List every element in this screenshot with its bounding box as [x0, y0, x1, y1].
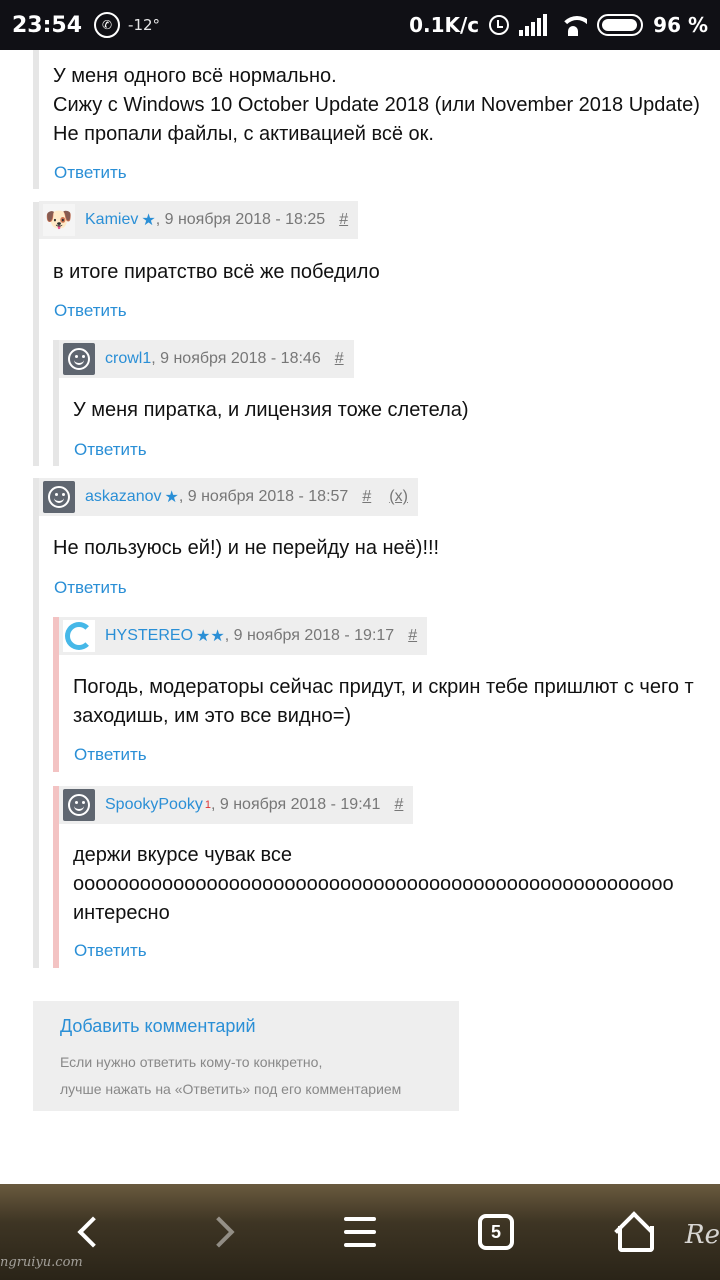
add-comment-box: Добавить комментарий Если нужно ответить…	[33, 1001, 459, 1111]
tabs-button[interactable]: 5	[466, 1202, 526, 1262]
reply-link[interactable]: Ответить	[74, 941, 147, 961]
comment-line: оооооооооооооооооооооооооооооооооооооооо…	[73, 873, 674, 895]
forward-button[interactable]	[194, 1202, 254, 1262]
comment-line: держи вкурсе чувак все	[73, 844, 292, 866]
comment-text: Не пользуюсь ей!) и не перейду на неё)!!…	[53, 537, 440, 559]
add-comment-hint: Если нужно ответить кому-то конкретно,	[60, 1054, 323, 1070]
network-speed: 0.1K/c	[409, 13, 480, 37]
back-button[interactable]	[58, 1202, 118, 1262]
username-link[interactable]: Kamiev	[85, 211, 138, 229]
comment-meta: askazanov ★ , 9 ноября 2018 - 18:57 # (x…	[39, 478, 418, 516]
comment-text: У меня одного всё нормально. Сижу с Wind…	[53, 62, 700, 149]
comment-text: Погодь, модераторы сейчас придут, и скри…	[73, 673, 694, 731]
username-link[interactable]: HYSTEREO	[105, 627, 193, 645]
avatar[interactable]: 🐶	[43, 204, 75, 236]
username-link[interactable]: SpookyPooky	[105, 796, 203, 814]
signal-icon	[519, 14, 549, 36]
comment-line: интересно	[73, 902, 170, 924]
chevron-right-icon	[203, 1216, 235, 1248]
comment-text: У меня пиратка, и лицензия тоже слетела)	[73, 399, 469, 421]
comment-line: Не пропали файлы, с активацией всё ок.	[53, 123, 434, 145]
add-comment-link[interactable]: Добавить комментарий	[60, 1016, 459, 1037]
battery-fill	[602, 19, 637, 31]
wifi-icon	[559, 14, 588, 36]
menu-button[interactable]	[330, 1202, 390, 1262]
browser-bottom-bar: 5 Re ngruiyu.com	[0, 1184, 720, 1280]
rating-stars: ★★	[196, 628, 225, 645]
thread-rail	[33, 478, 39, 968]
thread-rail	[33, 50, 39, 189]
comment-meta: 🐶 Kamiev ★ , 9 ноября 2018 - 18:25 #	[39, 201, 359, 239]
comment-line: Сижу с Windows 10 October Update 2018 (и…	[53, 94, 700, 116]
menu-icon	[344, 1217, 376, 1247]
comment-date: , 9 ноября 2018 - 19:17	[224, 627, 395, 644]
comments-page[interactable]: У меня одного всё нормально. Сижу с Wind…	[0, 50, 720, 1184]
comment-text: в итоге пиратство всё же победило	[53, 261, 380, 283]
permalink[interactable]: #	[394, 796, 403, 814]
brand-text: Re	[685, 1220, 720, 1250]
add-comment-hint: лучше нажать на «Ответить» под его комме…	[60, 1081, 402, 1097]
tabs-count-icon: 5	[478, 1214, 514, 1250]
thread-rail	[33, 202, 39, 466]
permalink[interactable]: #	[362, 488, 371, 506]
comment-meta: HYSTEREO ★★ , 9 ноября 2018 - 19:17 #	[59, 617, 428, 655]
rating-stars: ★	[141, 212, 156, 229]
comment-meta: SpookyPooky 1 , 9 ноября 2018 - 19:41 #	[59, 786, 414, 824]
reply-link[interactable]: Ответить	[54, 163, 127, 183]
temperature: -12°	[128, 16, 161, 34]
avatar[interactable]	[43, 481, 75, 513]
comment-text: держи вкурсе чувак все ооооооооооооооооо…	[73, 841, 674, 928]
comment-date: , 9 ноября 2018 - 18:57	[178, 488, 349, 505]
permalink[interactable]: #	[408, 627, 417, 645]
status-bar: 23:54 ✆ -12° 0.1K/c 96 %	[0, 0, 720, 50]
reply-link[interactable]: Ответить	[74, 745, 147, 765]
comment-date: , 9 ноября 2018 - 19:41	[210, 796, 381, 813]
avatar[interactable]	[63, 789, 95, 821]
battery-percent: 96 %	[653, 13, 708, 37]
comment-meta: crowl1 , 9 ноября 2018 - 18:46 #	[59, 340, 354, 378]
comment-line: У меня одного всё нормально.	[53, 65, 337, 87]
battery-icon	[597, 14, 644, 36]
reply-link[interactable]: Ответить	[54, 578, 127, 598]
username-link[interactable]: crowl1	[105, 350, 151, 368]
watermark: ngruiyu.com	[0, 1255, 83, 1270]
home-button[interactable]	[602, 1202, 662, 1262]
reply-link[interactable]: Ответить	[74, 440, 147, 460]
chevron-left-icon	[77, 1216, 109, 1248]
comment-line: Погодь, модераторы сейчас придут, и скри…	[73, 676, 694, 698]
reply-link[interactable]: Ответить	[54, 301, 127, 321]
alarm-icon	[489, 15, 510, 35]
home-icon	[615, 1216, 654, 1252]
clock: 23:54	[12, 12, 83, 38]
whatsapp-icon: ✆	[94, 12, 121, 38]
rating-stars: ★	[164, 489, 179, 506]
delete-link[interactable]: (x)	[389, 488, 408, 506]
username-link[interactable]: askazanov	[85, 488, 162, 506]
comment-date: , 9 ноября 2018 - 18:25	[155, 211, 326, 228]
permalink[interactable]: #	[335, 350, 344, 368]
comment-line: заходишь, им это все видно=)	[73, 705, 352, 727]
comment-date: , 9 ноября 2018 - 18:46	[151, 350, 321, 367]
permalink[interactable]: #	[339, 211, 348, 229]
avatar[interactable]	[63, 343, 95, 375]
avatar[interactable]	[63, 620, 95, 652]
